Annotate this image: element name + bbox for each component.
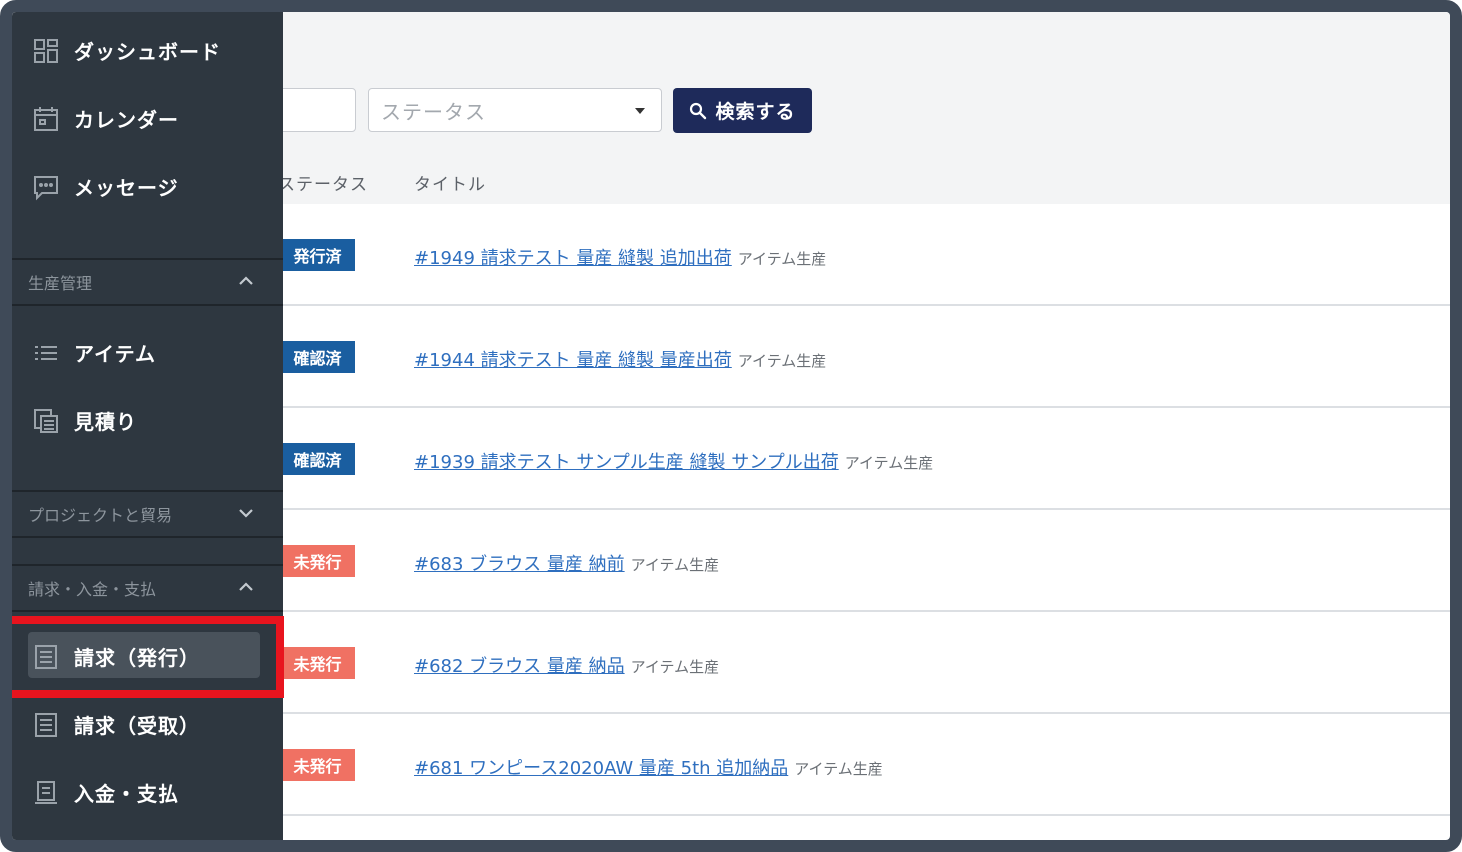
row-title: #683 ブラウス 量産 納前 アイテム生産 bbox=[414, 550, 719, 576]
sidebar-item-items[interactable]: アイテム bbox=[32, 338, 156, 367]
row-category: アイテム生産 bbox=[844, 454, 934, 472]
row-category: アイテム生産 bbox=[794, 760, 883, 778]
row-category: アイテム生産 bbox=[630, 556, 720, 574]
sidebar-item-payments[interactable]: 入金・支払 bbox=[32, 778, 179, 807]
row-category: アイテム生産 bbox=[630, 658, 720, 676]
search-icon bbox=[690, 102, 707, 119]
chevron-up-icon bbox=[239, 276, 253, 285]
invoice-link[interactable]: #683 ブラウス 量産 納前 bbox=[414, 554, 625, 575]
invoice-link[interactable]: #1939 請求テスト サンプル生産 縫製 サンプル出荷 bbox=[414, 452, 839, 473]
sidebar-item-label: アイテム bbox=[74, 342, 156, 366]
search-button-label: 検索する bbox=[715, 101, 796, 123]
sidebar-item-label: 見積り bbox=[74, 410, 137, 434]
status-badge: 未発行 bbox=[280, 647, 355, 679]
row-title: #1949 請求テスト 量産 縫製 追加出荷 アイテム生産 bbox=[414, 244, 826, 270]
document-icon bbox=[35, 712, 57, 737]
dashboard-icon bbox=[34, 38, 58, 63]
status-select-placeholder: ステータス bbox=[381, 99, 486, 124]
chevron-down-icon bbox=[239, 509, 253, 518]
chevron-up-icon bbox=[239, 582, 253, 591]
column-header-status[interactable]: ステータス bbox=[278, 170, 368, 195]
calendar-icon bbox=[34, 106, 58, 131]
row-title: #1939 請求テスト サンプル生産 縫製 サンプル出荷 アイテム生産 bbox=[414, 448, 933, 474]
sidebar-item-label: 入金・支払 bbox=[74, 782, 179, 806]
row-category: アイテム生産 bbox=[737, 352, 827, 370]
section-production[interactable]: 生産管理 bbox=[12, 258, 283, 306]
receipt-icon bbox=[35, 780, 57, 804]
section-label: 請求・入金・支払 bbox=[28, 580, 157, 599]
invoice-link[interactable]: #1944 請求テスト 量産 縫製 量産出荷 bbox=[414, 350, 732, 371]
sidebar-item-message[interactable]: メッセージ bbox=[32, 172, 179, 201]
status-select[interactable]: ステータス bbox=[368, 88, 662, 132]
status-badge: 確認済 bbox=[280, 443, 355, 475]
message-icon bbox=[34, 175, 58, 200]
row-category: アイテム生産 bbox=[737, 250, 827, 268]
sidebar-item-label: メッセージ bbox=[74, 176, 179, 200]
estimate-icon bbox=[34, 408, 58, 433]
invoice-link[interactable]: #682 ブラウス 量産 納品 bbox=[414, 656, 625, 677]
row-title: #1944 請求テスト 量産 縫製 量産出荷 アイテム生産 bbox=[414, 346, 826, 372]
status-badge: 発行済 bbox=[280, 239, 355, 271]
caret-down-icon bbox=[635, 108, 645, 114]
highlight-box bbox=[12, 616, 284, 698]
sidebar-item-calendar[interactable]: カレンダー bbox=[32, 104, 179, 133]
sidebar-item-label: カレンダー bbox=[74, 108, 179, 132]
invoice-link[interactable]: #681 ワンピース2020AW 量産 5th 追加納品 bbox=[414, 758, 788, 779]
status-badge: 確認済 bbox=[280, 341, 355, 373]
sidebar: ダッシュボード カレンダー メッセージ 生産管理 アイテム 見積り プロジェクト… bbox=[12, 12, 283, 840]
invoice-link[interactable]: #1949 請求テスト 量産 縫製 追加出荷 bbox=[414, 248, 732, 269]
status-badge: 未発行 bbox=[280, 749, 355, 781]
section-billing[interactable]: 請求・入金・支払 bbox=[12, 564, 283, 612]
sidebar-item-label: ダッシュボード bbox=[74, 40, 221, 64]
sidebar-item-label: 請求（受取） bbox=[74, 714, 200, 738]
column-header-title[interactable]: タイトル bbox=[414, 170, 486, 195]
section-label: プロジェクトと貿易 bbox=[28, 506, 173, 525]
app-frame: ステータス 検索する ステータス タイトル 発行済 #1949 請求テスト 量産… bbox=[0, 0, 1462, 852]
section-project-trade[interactable]: プロジェクトと貿易 bbox=[12, 490, 283, 538]
row-title: #682 ブラウス 量産 納品 アイテム生産 bbox=[414, 652, 719, 678]
sidebar-item-estimates[interactable]: 見積り bbox=[32, 406, 137, 435]
sidebar-item-dashboard[interactable]: ダッシュボード bbox=[32, 36, 221, 65]
search-button[interactable]: 検索する bbox=[673, 88, 812, 133]
section-label: 生産管理 bbox=[28, 274, 93, 293]
sidebar-item-invoice-received[interactable]: 請求（受取） bbox=[32, 710, 200, 739]
row-title: #681 ワンピース2020AW 量産 5th 追加納品 アイテム生産 bbox=[414, 754, 883, 780]
status-badge: 未発行 bbox=[280, 545, 355, 577]
list-icon bbox=[35, 345, 57, 360]
